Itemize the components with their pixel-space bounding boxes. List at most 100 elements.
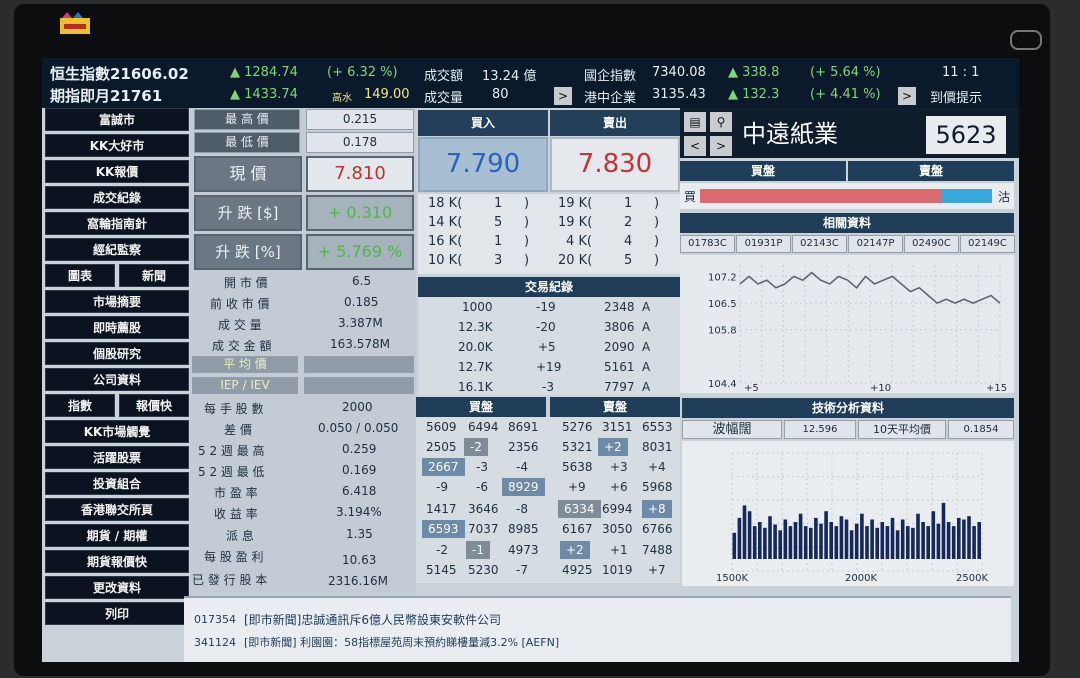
volume-bar — [752, 526, 757, 559]
buy-book-cell: 5145 — [426, 563, 457, 577]
sell-book-cell: 1019 — [602, 563, 633, 577]
ask-queue-size: 4 K( — [566, 234, 592, 249]
menu-kk-market[interactable]: KK大好市 — [45, 134, 189, 157]
related-warrant-chip[interactable]: 02143C — [792, 235, 847, 253]
next-stock-icon[interactable]: > — [710, 136, 732, 156]
buy-pressure-header: 買盤 — [680, 161, 846, 181]
volume-bar — [962, 519, 966, 559]
prev-stock-icon[interactable]: < — [684, 136, 706, 156]
price-alert-arrow-button[interactable]: > — [898, 87, 916, 105]
related-warrant-chip[interactable]: 02149C — [960, 235, 1015, 253]
menu-kk-quote[interactable]: KK報價 — [45, 160, 189, 183]
document-icon[interactable]: ▤ — [684, 112, 706, 132]
price-alert-label[interactable]: 到價提示 — [930, 87, 982, 106]
turnover-label: 成交額 — [424, 69, 464, 84]
volume-bar — [793, 522, 798, 559]
ask-queue-count: 5 — [624, 253, 633, 268]
volume-bar — [921, 522, 925, 559]
menu-edit-data[interactable]: 更改資料 — [45, 576, 189, 599]
related-warrant-chip[interactable]: 02147P — [848, 235, 903, 253]
percent-label: 升 跌 [%] — [194, 234, 302, 270]
trade-time: 5161 — [604, 360, 635, 374]
related-warrant-chip[interactable]: 01783C — [680, 235, 735, 253]
menu-print[interactable]: 列印 — [45, 602, 189, 625]
trade-change: +19 — [536, 360, 562, 374]
volatility-value: 12.596 — [784, 420, 856, 439]
stock-code[interactable]: 5623 — [926, 116, 1006, 154]
trade-time: 2090 — [604, 340, 635, 354]
buy-book-cell: 2667 — [422, 458, 465, 476]
volume-stat-label: 成 交 量 — [218, 318, 262, 332]
ask-header: 賣出 — [550, 110, 680, 136]
eps-label: 每 股 盈 利 — [204, 550, 264, 564]
sell-side-label: 沽 — [998, 190, 1011, 204]
buy-book-cell: 8691 — [508, 420, 539, 434]
sell-book-cell: +9 — [568, 480, 586, 494]
sell-book-cell: +8 — [642, 500, 672, 518]
hsi-percent: (+ 6.32 %) — [327, 65, 398, 80]
low-value: 0.178 — [306, 132, 414, 153]
buy-book-cell: -6 — [476, 480, 488, 494]
zoom-icon[interactable]: ⚲ — [710, 112, 732, 132]
average-price-label: 平 均 價 — [192, 356, 298, 373]
x-tick-label: 2000K — [845, 573, 877, 584]
menu-market[interactable]: 富誠市 — [45, 108, 189, 131]
price-value: 7.810 — [306, 156, 414, 192]
menu-index[interactable]: 指數 — [45, 394, 115, 417]
volume-bar — [844, 519, 849, 559]
menu-kk-sense[interactable]: KK市場觸覺 — [45, 420, 189, 443]
menu-market-summary[interactable]: 市場摘要 — [45, 290, 189, 313]
futures-change: ▲ 1433.74 — [230, 87, 298, 102]
redchip-change: ▲ 132.3 — [728, 87, 780, 102]
buy-book-cell: 6593 — [422, 520, 465, 538]
more-indices-button[interactable]: > — [554, 87, 572, 105]
spread-label: 差 價 — [224, 423, 252, 437]
price-line-chart: 107.2 106.5 105.8 104.4 +5 +10 +15 — [680, 255, 1014, 394]
menu-hkex-page[interactable]: 香港聯交所頁 — [45, 498, 189, 521]
sell-book-cell: +7 — [648, 563, 666, 577]
bid-queue-size: 14 K( — [428, 215, 463, 230]
menu-stock-research[interactable]: 個股研究 — [45, 342, 189, 365]
menu-broker-monitor[interactable]: 經紀監察 — [45, 238, 189, 261]
news-headline[interactable]: [即市新聞] 利園園：58指標屋苑周末預約睇樓量減3.2% [AEFN] — [244, 634, 559, 650]
buy-side-label: 買 — [684, 190, 697, 204]
menu-futures-quote[interactable]: 期貨報價快 — [45, 550, 189, 573]
volume-bar — [742, 505, 747, 559]
menu-futures-options[interactable]: 期貨 / 期權 — [45, 524, 189, 547]
monitor-brand-icon — [1010, 30, 1042, 50]
volume-histogram: 1500K 2000K 2500K — [682, 441, 1014, 586]
volume-bar — [747, 511, 752, 559]
menu-portfolio[interactable]: 投資組合 — [45, 472, 189, 495]
menu-company-info[interactable]: 公司資料 — [45, 368, 189, 391]
volume-bar — [911, 527, 915, 559]
menu-trade-record[interactable]: 成交紀錄 — [45, 186, 189, 209]
news-headline[interactable]: [即市新聞]忠誠通訊斥6億人民幣設東安軟件公司 — [244, 611, 501, 628]
related-warrant-chip[interactable]: 02490C — [904, 235, 959, 253]
volume-bar — [977, 522, 981, 559]
volume-bar — [798, 513, 803, 559]
bid-queue-close: ) — [524, 234, 530, 249]
menu-active-stocks[interactable]: 活躍股票 — [45, 446, 189, 469]
low-label: 最 低 價 — [194, 132, 300, 153]
related-warrant-chip[interactable]: 01931P — [736, 235, 791, 253]
menu-charts[interactable]: 圖表 — [45, 264, 115, 287]
index-ticker-bar: 恒生指數21606.02 ▲ 1284.74 (+ 6.32 %) 成交額 13… — [42, 58, 1019, 108]
buy-book-cell: -8 — [516, 502, 528, 516]
trade-change: +5 — [538, 340, 556, 354]
prev-close-value: 0.185 — [344, 295, 379, 309]
news-id: 341124 — [194, 636, 236, 649]
menu-warrant-compass[interactable]: 窩輪指南針 — [45, 212, 189, 235]
hscei-label: 國企指數 — [584, 69, 637, 84]
trade-change: -3 — [542, 380, 554, 394]
line-chart-canvas: 107.2 106.5 105.8 104.4 +5 +10 +15 — [708, 265, 1007, 394]
iep-label: IEP / IEV — [192, 377, 298, 394]
x-tick-label: +5 — [744, 383, 759, 393]
volume-bar — [885, 526, 890, 559]
stock-name: 中遠紙業 — [742, 120, 838, 148]
menu-stock-picks[interactable]: 即時薦股 — [45, 316, 189, 339]
menu-quick-quote[interactable]: 報價快 — [119, 394, 189, 417]
bid-queue-count: 5 — [494, 215, 503, 230]
sell-book-cell: 4925 — [562, 563, 593, 577]
pe-value: 6.418 — [342, 484, 377, 498]
menu-news[interactable]: 新聞 — [119, 264, 189, 287]
